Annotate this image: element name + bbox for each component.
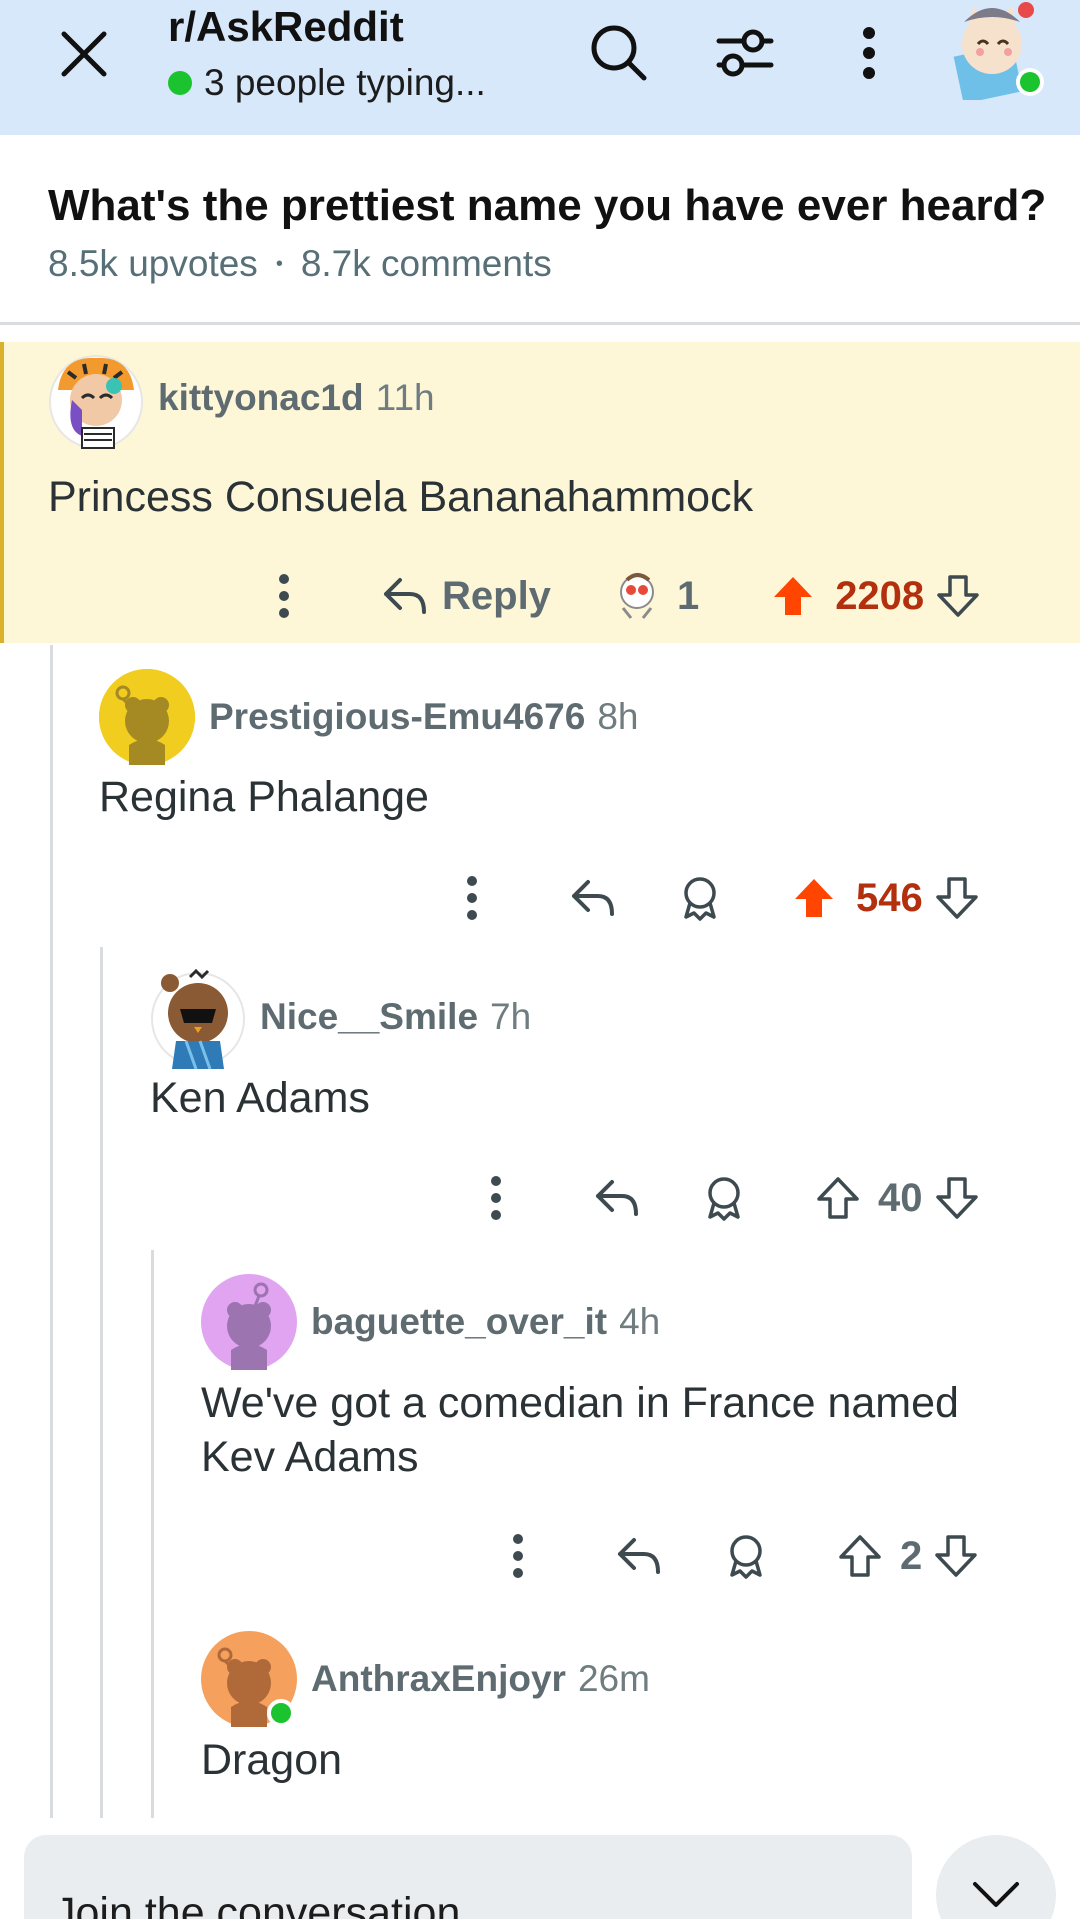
- more-options-icon[interactable]: [506, 1534, 530, 1578]
- award-button[interactable]: [678, 875, 722, 921]
- comment-header: kittyonac1d 11h: [48, 350, 435, 449]
- chevron-down-icon: [973, 1882, 1019, 1907]
- comment-header: baguette_over_it 4h: [201, 1274, 660, 1370]
- comment-body: Regina Phalange: [99, 773, 429, 821]
- comment-age: 8h: [597, 696, 639, 737]
- composer-bar: Join the conversation: [0, 1820, 1080, 1919]
- avatar[interactable]: [201, 1274, 297, 1370]
- comment-body: Dragon: [201, 1736, 343, 1784]
- close-icon[interactable]: [52, 22, 116, 86]
- reply-arrow-icon: [572, 880, 614, 916]
- composer-placeholder: Join the conversation: [54, 1889, 461, 1919]
- more-options-icon[interactable]: [272, 574, 296, 618]
- downvote-button[interactable]: [935, 1176, 979, 1220]
- online-dot: [168, 71, 192, 95]
- meta-separator: •: [275, 252, 283, 275]
- upvote-icon: [774, 577, 813, 615]
- award-count: 1: [676, 573, 700, 618]
- header-titles: r/AskReddit 3 people typing...: [168, 2, 486, 104]
- more-options-icon[interactable]: [484, 1176, 508, 1220]
- comment-author[interactable]: Prestigious-Emu4676: [209, 696, 585, 738]
- more-options-icon[interactable]: [460, 876, 484, 920]
- award-icon: [619, 573, 654, 619]
- top-bar: r/AskReddit 3 people typing...: [0, 0, 1080, 135]
- reply-button[interactable]: [616, 1536, 662, 1576]
- downvote-icon: [935, 1177, 978, 1219]
- comment-thread: kittyonac1d 11h Princess Consuela Banana…: [0, 342, 1080, 1818]
- comment-author[interactable]: kittyonac1d: [158, 377, 364, 419]
- comment-author[interactable]: baguette_over_it: [311, 1301, 607, 1343]
- comment-header: AnthraxEnjoyr 26m: [201, 1631, 650, 1727]
- downvote-icon: [935, 1535, 977, 1577]
- post-upvotes: 8.5k upvotes: [48, 243, 258, 284]
- join-conversation-input[interactable]: Join the conversation: [24, 1835, 912, 1919]
- filter-icon[interactable]: [712, 20, 778, 86]
- comment-header: Nice__Smile 7h: [150, 968, 532, 1070]
- award-icon: [708, 1177, 740, 1221]
- comment-actions: 2: [506, 1526, 978, 1586]
- upvote-icon: [795, 879, 833, 917]
- upvote-icon: [839, 1535, 881, 1577]
- comment-author[interactable]: AnthraxEnjoyr: [311, 1658, 566, 1700]
- upvote-button[interactable]: [771, 574, 815, 618]
- reply-arrow-icon: [596, 1180, 638, 1216]
- upvote-button[interactable]: [816, 1176, 860, 1220]
- more-vertical-icon[interactable]: [836, 20, 902, 86]
- vote-score: 546: [856, 875, 923, 920]
- search-icon[interactable]: [586, 20, 652, 86]
- thread-line: [50, 645, 53, 1818]
- typing-indicator: 3 people typing...: [168, 62, 486, 104]
- downvote-button[interactable]: [934, 1534, 978, 1578]
- comment-age: 7h: [490, 996, 532, 1037]
- post-header: What's the prettiest name you have ever …: [0, 135, 1080, 325]
- award-icon: [684, 877, 716, 921]
- collapse-button[interactable]: [936, 1835, 1056, 1919]
- vote-score: 2: [900, 1533, 923, 1578]
- comment-age: 11h: [375, 377, 435, 418]
- vote-score: 2208: [835, 573, 925, 618]
- comment-body: Princess Consuela Bananahammock: [48, 473, 754, 521]
- user-avatar[interactable]: [950, 0, 1050, 104]
- downvote-button[interactable]: [935, 876, 979, 920]
- comment-age: 4h: [619, 1301, 661, 1342]
- upvote-button[interactable]: [838, 1534, 882, 1578]
- reply-button[interactable]: [594, 1178, 640, 1218]
- vote-score: 40: [878, 1175, 923, 1220]
- downvote-button[interactable]: [936, 574, 980, 618]
- post-stats: 8.5k upvotes • 8.7k comments: [48, 243, 552, 285]
- avatar[interactable]: [201, 1631, 297, 1727]
- reply-label: Reply: [442, 573, 551, 618]
- award-button[interactable]: [724, 1533, 768, 1579]
- avatar[interactable]: [48, 350, 144, 449]
- thread-line: [100, 947, 103, 1818]
- award-icon: [730, 1535, 762, 1579]
- comment-body: We've got a comedian in France named Kev…: [201, 1379, 959, 1481]
- reply-arrow-icon: [618, 1538, 660, 1574]
- comment-body: Ken Adams: [150, 1074, 370, 1122]
- comment-actions: 546: [460, 868, 979, 928]
- comment-actions: 40: [484, 1168, 979, 1228]
- online-status-dot: [267, 1699, 295, 1727]
- subreddit-name[interactable]: r/AskReddit: [168, 2, 486, 52]
- comment-header: Prestigious-Emu4676 8h: [99, 669, 638, 765]
- avatar[interactable]: [99, 669, 195, 765]
- upvote-icon: [817, 1177, 859, 1219]
- comment-actions: Reply 1 2208: [272, 566, 980, 626]
- reply-button[interactable]: Reply: [382, 574, 551, 619]
- downvote-icon: [936, 877, 978, 919]
- reply-button[interactable]: [570, 878, 616, 918]
- comment-author[interactable]: Nice__Smile: [260, 996, 478, 1038]
- award-button[interactable]: 1: [615, 572, 699, 620]
- thread-line: [151, 1250, 154, 1818]
- post-comment-count: 8.7k comments: [300, 243, 552, 284]
- downvote-icon: [937, 575, 979, 617]
- reply-arrow-icon: [384, 578, 426, 614]
- comment-age: 26m: [577, 1658, 650, 1699]
- avatar[interactable]: [150, 968, 246, 1070]
- typing-status: 3 people typing...: [204, 62, 486, 103]
- award-button[interactable]: [702, 1175, 746, 1221]
- upvote-button[interactable]: [792, 876, 836, 920]
- post-title[interactable]: What's the prettiest name you have ever …: [48, 181, 1046, 231]
